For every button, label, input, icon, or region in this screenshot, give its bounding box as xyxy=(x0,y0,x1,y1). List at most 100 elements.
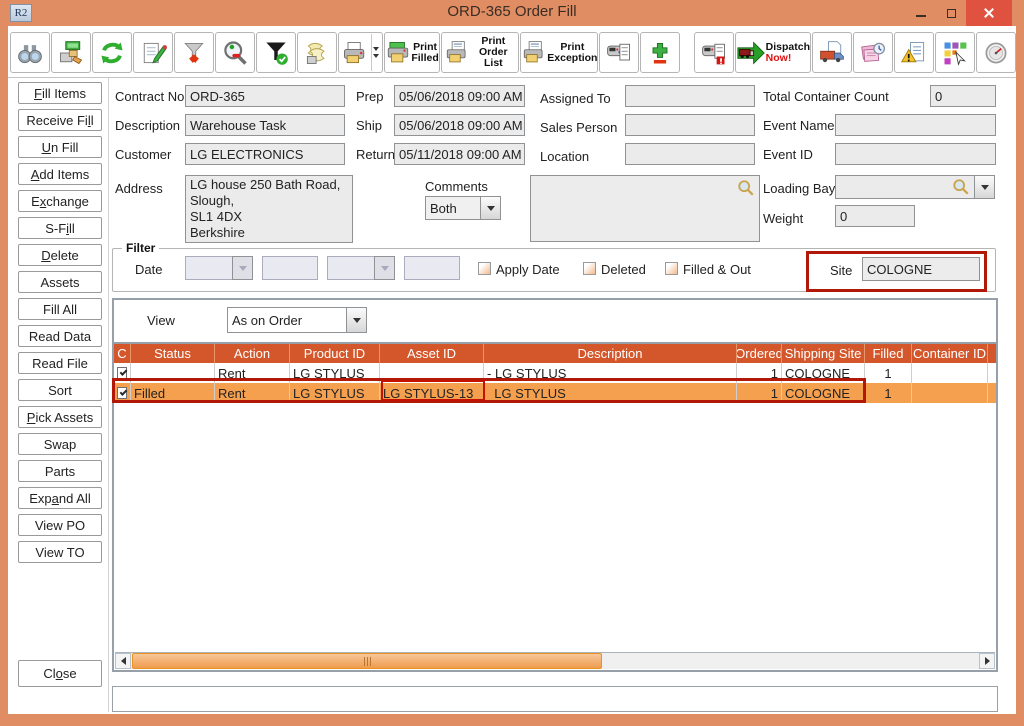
scan-list-button[interactable] xyxy=(599,32,639,73)
view-dropdown-button[interactable] xyxy=(346,307,367,333)
scroll-right-button[interactable] xyxy=(979,653,995,669)
cell-asset-id[interactable] xyxy=(380,363,484,383)
swap-button[interactable]: Swap xyxy=(18,433,102,455)
un-fill-button[interactable]: Un Fill xyxy=(18,136,102,158)
color-grid-button[interactable] xyxy=(935,32,975,73)
close-button[interactable] xyxy=(966,0,1012,26)
cell-action[interactable]: Rent xyxy=(215,363,290,383)
magnifier-icon[interactable] xyxy=(952,178,970,196)
date-to-type-dropdown[interactable] xyxy=(374,256,395,280)
print-menu-button[interactable] xyxy=(338,32,383,73)
filled-out-checkbox[interactable] xyxy=(665,262,678,275)
column-header-product-id[interactable]: Product ID xyxy=(290,344,380,363)
comments-box[interactable] xyxy=(530,175,760,242)
schedule-clock-button[interactable] xyxy=(853,32,893,73)
warning-report-button[interactable] xyxy=(894,32,934,73)
cell-ordered[interactable]: 1 xyxy=(737,363,782,383)
cell-product-id[interactable]: LG STYLUS xyxy=(290,383,380,403)
print-exception-button[interactable]: Print Exception xyxy=(520,32,598,73)
parts-button[interactable]: Parts xyxy=(18,460,102,482)
cell-container-id[interactable] xyxy=(912,363,988,383)
receive-fill-button[interactable]: Receive Fill xyxy=(18,109,102,131)
column-header-shipping-site[interactable]: Shipping Site xyxy=(782,344,865,363)
fill-items-button[interactable]: Fill Items xyxy=(18,82,102,104)
cell-shipping-site[interactable]: COLOGNE xyxy=(782,383,865,403)
assigned-to-field[interactable] xyxy=(625,85,755,107)
add-remove-button[interactable] xyxy=(640,32,680,73)
find-button[interactable] xyxy=(10,32,50,73)
comments-select[interactable]: Both xyxy=(425,196,481,220)
view-po-button[interactable]: View PO xyxy=(18,514,102,536)
cell-status[interactable] xyxy=(131,363,215,383)
horizontal-scrollbar[interactable] xyxy=(115,652,995,669)
location-field[interactable] xyxy=(625,143,755,165)
cell-filled[interactable]: 1 xyxy=(865,383,912,403)
assets-button[interactable]: Assets xyxy=(18,271,102,293)
container-count-field[interactable]: 0 xyxy=(930,85,996,107)
cell-ordered[interactable]: 1 xyxy=(737,383,782,403)
ship-date-field[interactable]: 05/06/2018 09:00 AM xyxy=(394,114,525,136)
prep-date-field[interactable]: 05/06/2018 09:00 AM xyxy=(394,85,525,107)
cell-description[interactable]: - LG STYLUS xyxy=(484,363,737,383)
return-date-field[interactable]: 05/11/2018 09:00 AM xyxy=(394,143,525,165)
documents-button[interactable] xyxy=(297,32,337,73)
stopwatch-gauge-button[interactable] xyxy=(976,32,1016,73)
row-checkbox[interactable] xyxy=(117,367,127,379)
cell-asset-id[interactable]: LG STYLUS-13 xyxy=(380,383,484,403)
view-select[interactable]: As on Order xyxy=(227,307,347,333)
event-id-field[interactable] xyxy=(835,143,996,165)
print-menu-dropdown[interactable] xyxy=(371,34,380,71)
column-header-asset-id[interactable]: Asset ID xyxy=(380,344,484,363)
cell-container-id[interactable] xyxy=(912,383,988,403)
comments-dropdown-button[interactable] xyxy=(480,196,501,220)
date-to-type-select[interactable] xyxy=(327,256,375,280)
address-field[interactable]: LG house 250 Bath Road, Slough, SL1 4DX … xyxy=(185,175,353,243)
scroll-left-button[interactable] xyxy=(115,653,131,669)
date-from-type-dropdown[interactable] xyxy=(232,256,253,280)
sort-button[interactable]: Sort xyxy=(18,379,102,401)
close-order-button[interactable]: Close xyxy=(18,660,102,687)
column-header-status[interactable]: Status xyxy=(131,344,215,363)
apply-date-checkbox[interactable] xyxy=(478,262,491,275)
s-fill-button[interactable]: S-Fill xyxy=(18,217,102,239)
table-row-selected[interactable]: Filled Rent LG STYLUS LG STYLUS-13 LG ST… xyxy=(114,383,996,403)
event-name-field[interactable] xyxy=(835,114,996,136)
fill-all-button[interactable]: Fill All xyxy=(18,298,102,320)
exchange-button[interactable]: Exchange xyxy=(18,190,102,212)
read-file-button[interactable]: Read File xyxy=(18,352,102,374)
sales-person-field[interactable] xyxy=(625,114,755,136)
dispatch-now-button[interactable]: Dispatch Now! xyxy=(735,32,811,73)
refresh-button[interactable] xyxy=(92,32,132,73)
date-to-field[interactable] xyxy=(404,256,460,280)
site-field[interactable]: COLOGNE xyxy=(862,257,980,281)
minimize-button[interactable] xyxy=(906,0,936,26)
cell-shipping-site[interactable]: COLOGNE xyxy=(782,363,865,383)
scrollbar-thumb[interactable] xyxy=(132,653,602,669)
filter-apply-button[interactable] xyxy=(256,32,296,73)
description-field[interactable]: Warehouse Task xyxy=(185,114,345,136)
expand-all-button[interactable]: Expand All xyxy=(18,487,102,509)
truck-delivery-button[interactable] xyxy=(812,32,852,73)
add-items-button[interactable]: Add Items xyxy=(18,163,102,185)
column-header-action[interactable]: Action xyxy=(215,344,290,363)
cell-description[interactable]: LG STYLUS xyxy=(484,383,737,403)
view-to-button[interactable]: View TO xyxy=(18,541,102,563)
delete-button[interactable]: Delete xyxy=(18,244,102,266)
deleted-checkbox[interactable] xyxy=(583,262,596,275)
scan-alert-button[interactable] xyxy=(694,32,734,73)
column-header-ordered[interactable]: Ordered xyxy=(737,344,782,363)
read-data-button[interactable]: Read Data xyxy=(18,325,102,347)
pick-items-button[interactable] xyxy=(51,32,91,73)
filter-export-button[interactable] xyxy=(174,32,214,73)
magnifier-icon[interactable] xyxy=(737,179,755,197)
zoom-button[interactable] xyxy=(215,32,255,73)
column-header-c[interactable]: C xyxy=(114,344,131,363)
maximize-button[interactable] xyxy=(936,0,966,26)
cell-product-id[interactable]: LG STYLUS xyxy=(290,363,380,383)
cell-status[interactable]: Filled xyxy=(131,383,215,403)
weight-field[interactable]: 0 xyxy=(835,205,915,227)
cell-filled[interactable]: 1 xyxy=(865,363,912,383)
pick-assets-button[interactable]: Pick Assets xyxy=(18,406,102,428)
table-row[interactable]: Rent LG STYLUS - LG STYLUS 1 COLOGNE 1 xyxy=(114,363,996,383)
column-header-container-id[interactable]: Container ID xyxy=(912,344,988,363)
